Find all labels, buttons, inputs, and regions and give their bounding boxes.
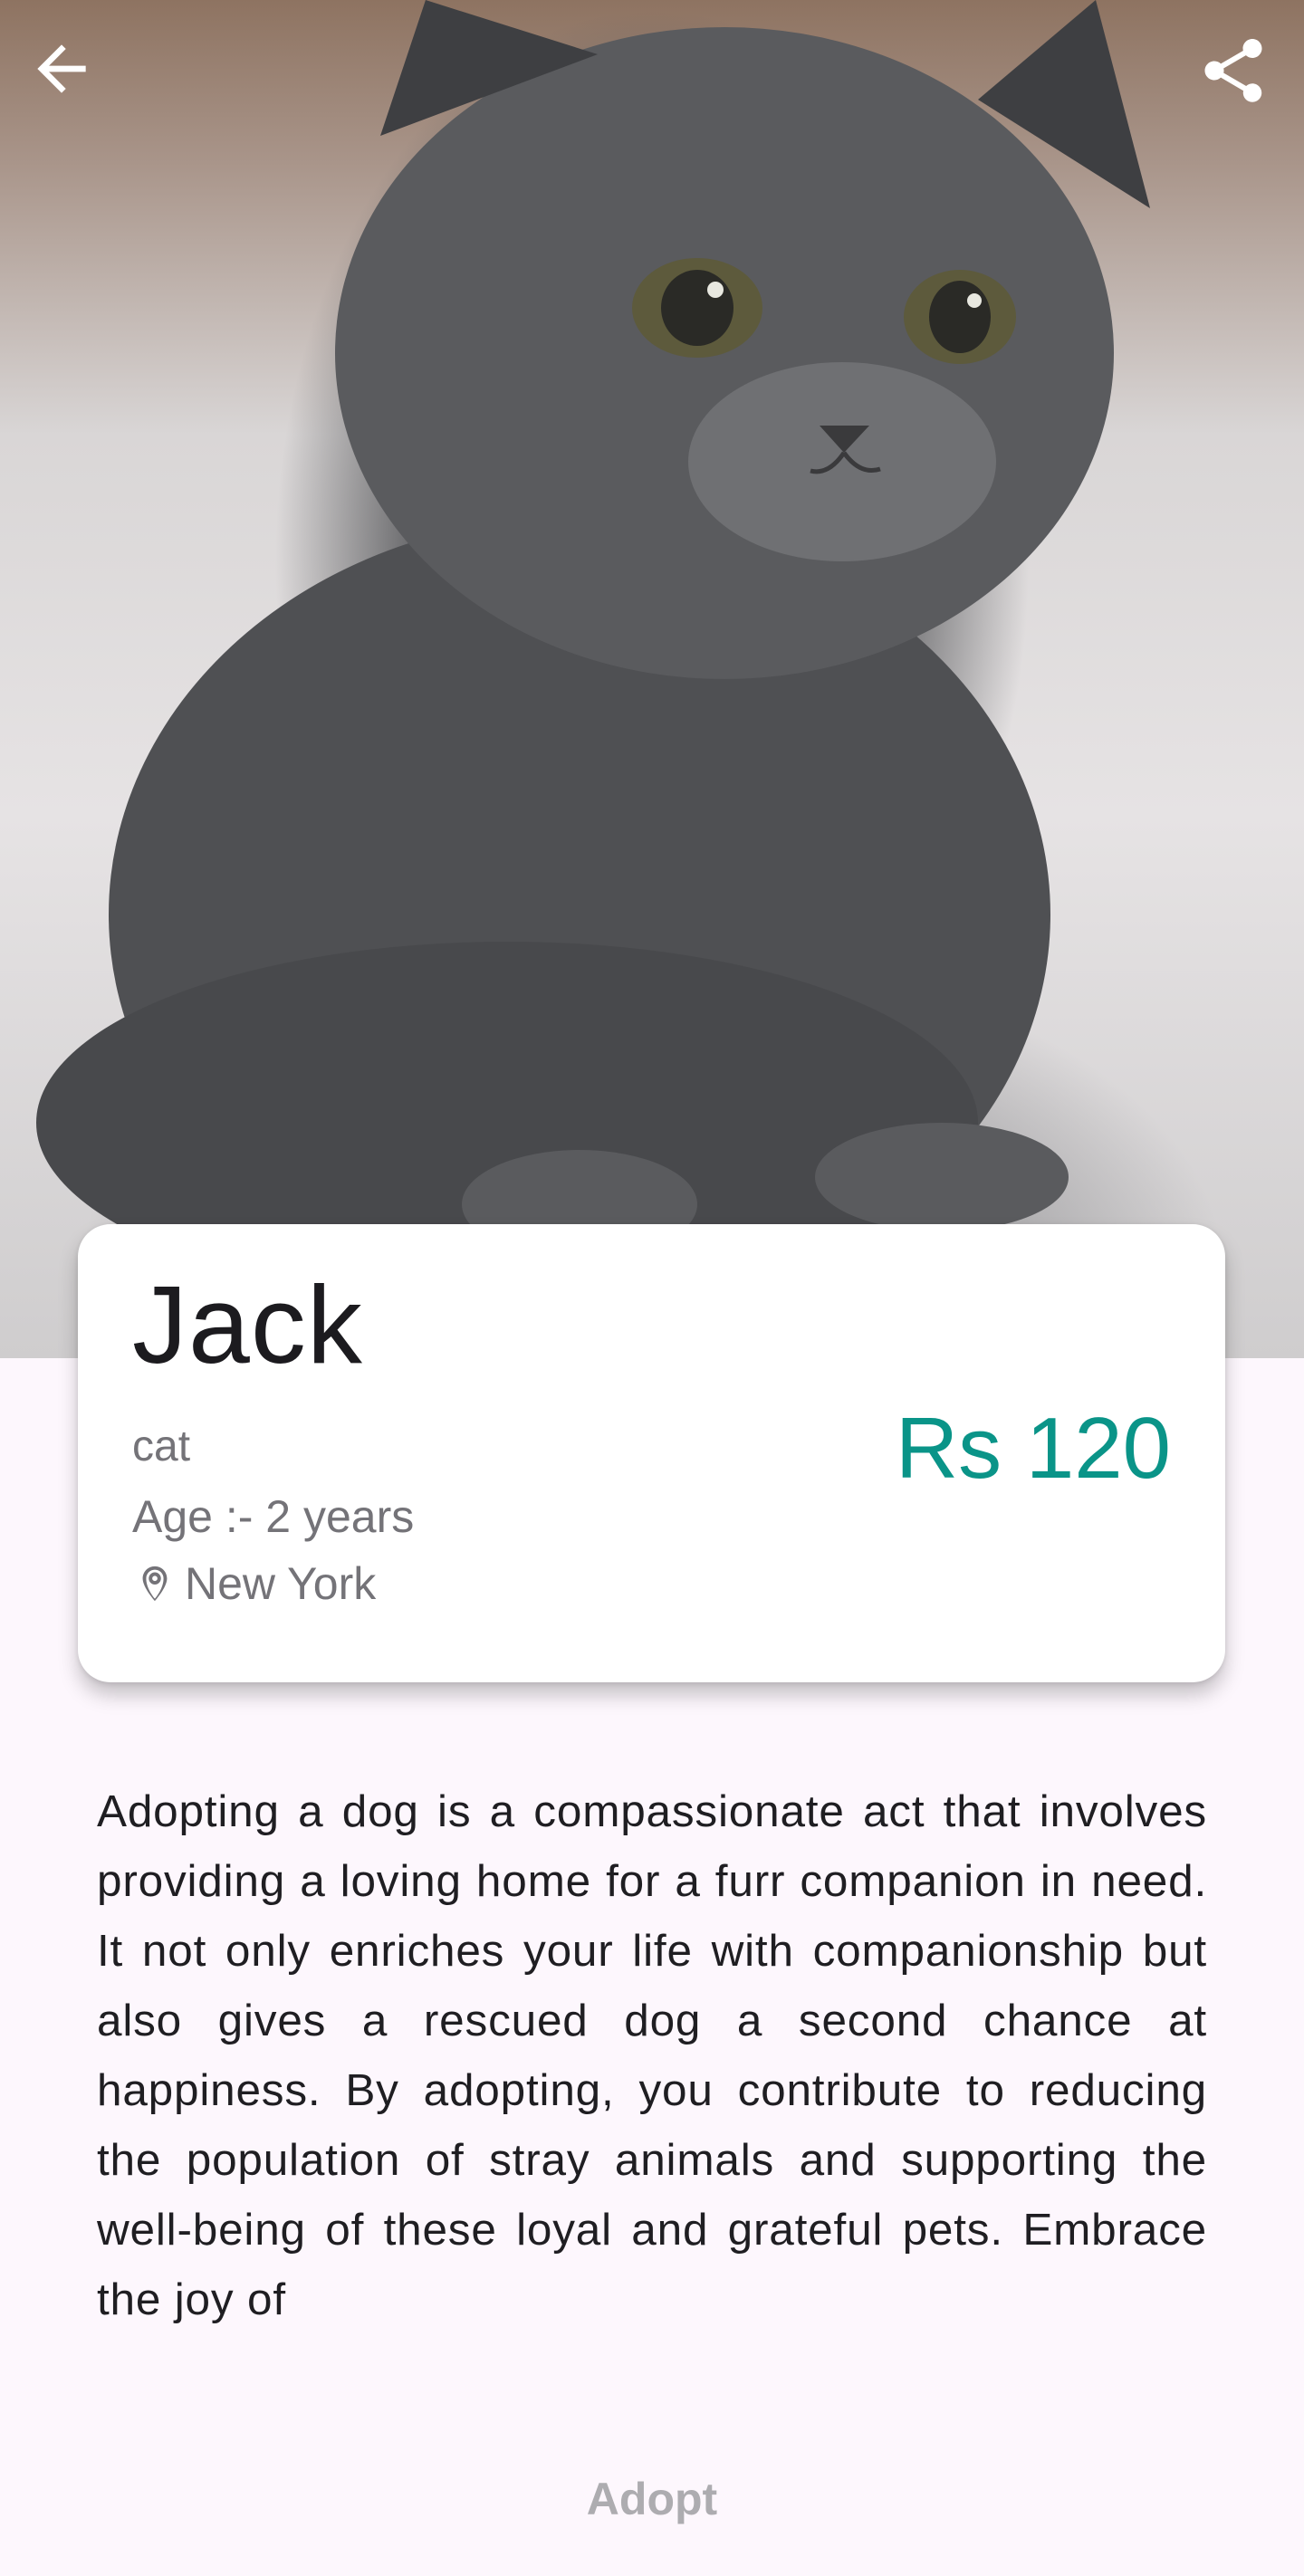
pet-location: New York (134, 1561, 376, 1606)
pet-info-card: Jack cat Age :- 2 years New York Rs 120 (78, 1224, 1225, 1682)
location-label: New York (185, 1558, 377, 1609)
adopt-button[interactable]: Adopt (489, 2463, 815, 2535)
pet-description[interactable]: Adopting a dog is a compassionate act th… (97, 1776, 1207, 2335)
pet-photo (0, 0, 1304, 1358)
pet-type: cat (132, 1422, 191, 1470)
location-pin-icon (142, 1566, 168, 1602)
pet-age: Age :- 2 years (132, 1491, 415, 1542)
back-button[interactable] (25, 33, 125, 132)
arrow-back-icon (37, 44, 86, 93)
kitten-illustration (36, 0, 1150, 1313)
share-button[interactable] (1195, 33, 1295, 132)
pet-name: Jack (132, 1263, 363, 1386)
share-icon (1204, 39, 1262, 102)
pet-price: Rs 120 (895, 1400, 1171, 1497)
